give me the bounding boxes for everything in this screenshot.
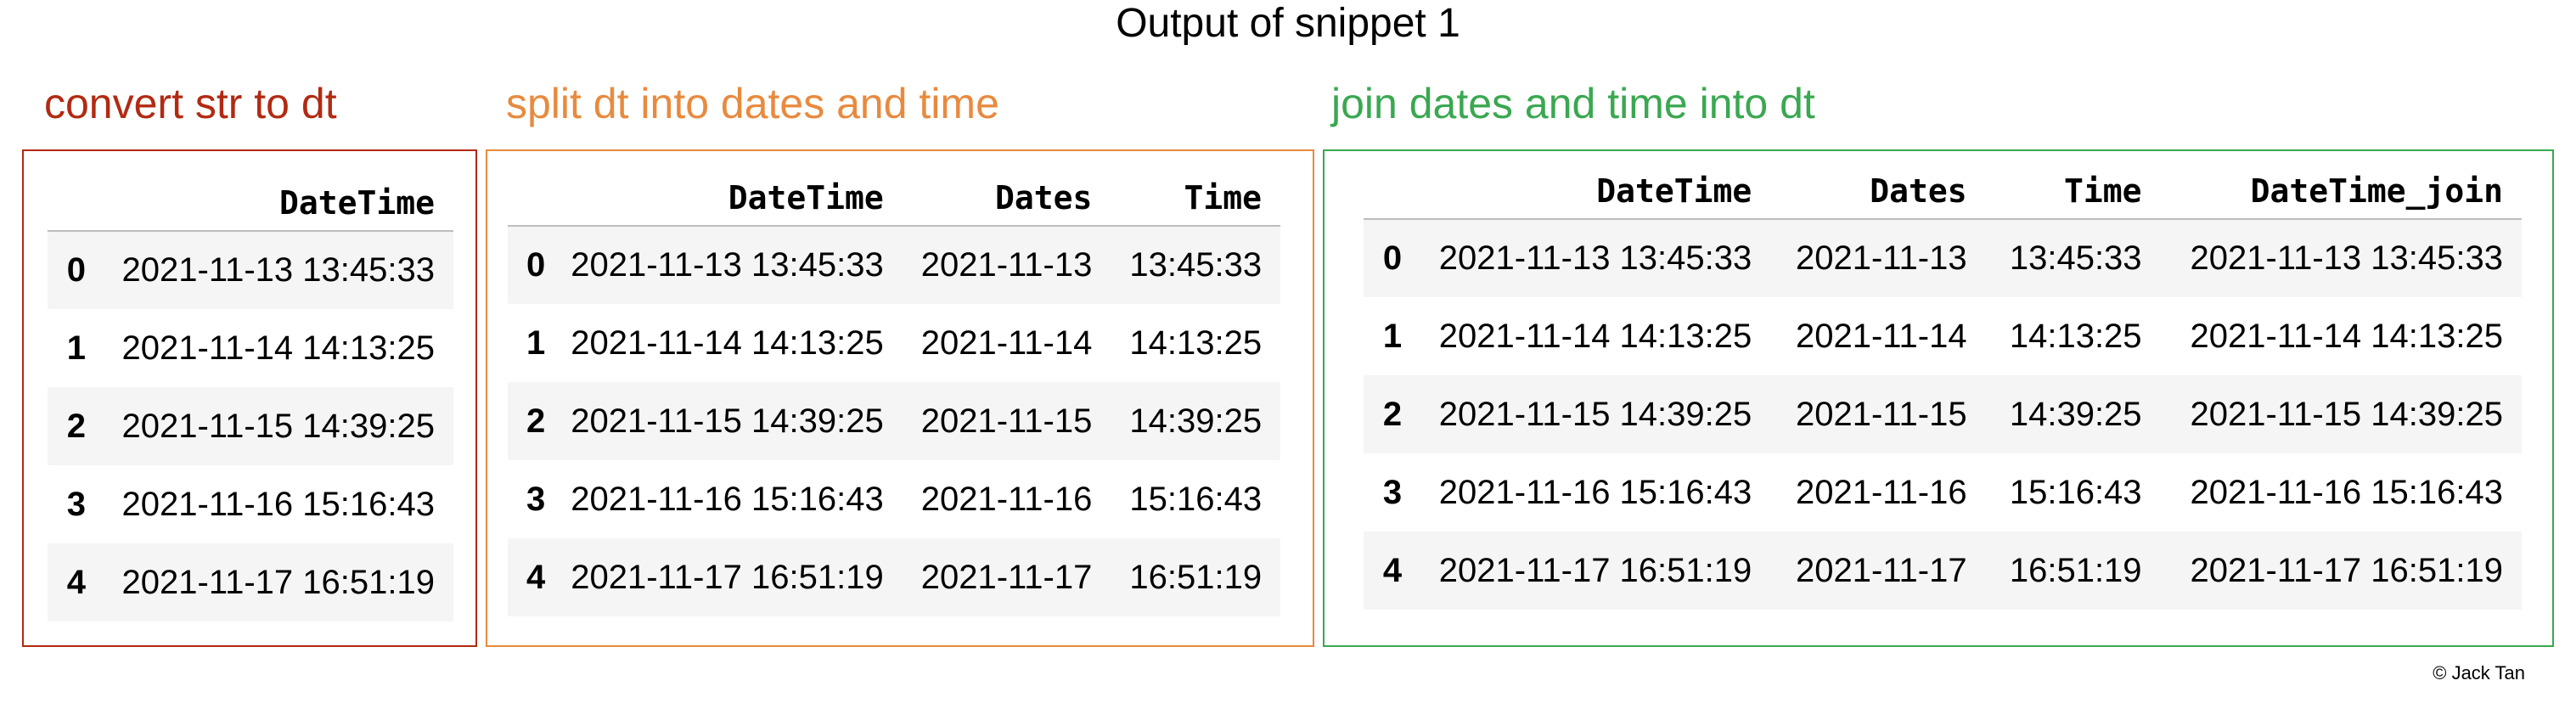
table-cell: 2021-11-16 bbox=[1795, 473, 1967, 511]
row-index: 3 bbox=[526, 480, 546, 518]
table-cell: 2021-11-13 13:45:33 bbox=[2190, 239, 2503, 277]
table-header-row: DateTime Dates Time bbox=[508, 170, 1281, 226]
table-cell: 14:39:25 bbox=[1129, 402, 1263, 440]
table-cell: 2021-11-16 15:16:43 bbox=[571, 480, 884, 518]
row-index: 4 bbox=[1382, 551, 1403, 589]
table-cell: 2021-11-16 15:16:43 bbox=[1438, 473, 1752, 511]
table-row: 3 2021-11-16 15:16:43 2021-11-16 15:16:43 20… bbox=[1364, 453, 2522, 531]
table-cell: 2021-11-14 14:13:25 bbox=[571, 323, 884, 362]
panel-2-table: DateTime Dates Time 0 2021-11-13 13:45:33 202… bbox=[508, 170, 1281, 616]
table-cell: 15:16:43 bbox=[1129, 480, 1263, 518]
table-cell: 2021-11-17 16:51:19 bbox=[2190, 551, 2503, 589]
row-index: 4 bbox=[526, 558, 546, 596]
table-cell: 2021-11-16 bbox=[920, 480, 1093, 518]
table-cell: 2021-11-15 14:39:25 bbox=[2190, 395, 2503, 433]
table-cell: 2021-11-16 15:16:43 bbox=[121, 485, 435, 523]
table-row: 1 2021-11-14 14:13:25 2021-11-14 14:13:25 20… bbox=[1364, 297, 2522, 375]
table-row: 4 2021-11-17 16:51:19 bbox=[48, 543, 453, 621]
panel-1-table: DateTime 0 2021-11-13 13:45:33 1 2021-11-14 … bbox=[48, 175, 453, 621]
row-index: 0 bbox=[66, 251, 86, 289]
table-cell: 16:51:19 bbox=[1129, 558, 1263, 596]
table-cell: 2021-11-14 bbox=[1795, 317, 1967, 355]
row-index: 3 bbox=[1382, 473, 1403, 511]
table-cell: 2021-11-15 14:39:25 bbox=[571, 402, 884, 440]
column-header: Time bbox=[1184, 178, 1263, 217]
table-row: 3 2021-11-16 15:16:43 bbox=[48, 465, 453, 543]
index-header bbox=[1364, 163, 1409, 219]
index-header bbox=[508, 170, 552, 226]
table-cell: 14:39:25 bbox=[2009, 395, 2142, 433]
page-title: Output of snippet 1 bbox=[1116, 1, 1460, 46]
column-header: DateTime_join bbox=[2250, 172, 2503, 210]
table-row: 2 2021-11-15 14:39:25 2021-11-15 14:39:25 bbox=[508, 382, 1281, 460]
column-header: Time bbox=[2064, 172, 2142, 210]
table-cell: 13:45:33 bbox=[2009, 239, 2142, 277]
table-cell: 13:45:33 bbox=[1129, 246, 1263, 284]
index-header bbox=[48, 175, 93, 231]
row-index: 1 bbox=[526, 323, 546, 362]
row-index: 0 bbox=[526, 246, 546, 284]
panel-3-heading: join dates and time into dt bbox=[1331, 80, 1815, 127]
table-cell: 2021-11-16 15:16:43 bbox=[2190, 473, 2503, 511]
table-cell: 2021-11-15 bbox=[920, 402, 1093, 440]
column-header: DateTime bbox=[278, 183, 435, 222]
table-cell: 2021-11-13 13:45:33 bbox=[1438, 239, 1752, 277]
table-row: 1 2021-11-14 14:13:25 bbox=[48, 309, 453, 387]
column-header: DateTime bbox=[1596, 172, 1752, 210]
table-row: 0 2021-11-13 13:45:33 bbox=[48, 231, 453, 309]
table-row: 1 2021-11-14 14:13:25 2021-11-14 14:13:25 bbox=[508, 304, 1281, 382]
table-cell: 2021-11-17 bbox=[920, 558, 1093, 596]
copyright-notice: © Jack Tan bbox=[2433, 662, 2525, 683]
table-cell: 2021-11-17 16:51:19 bbox=[121, 563, 435, 601]
panel-3-table: DateTime Dates Time DateTime_join 0 2021-11-1… bbox=[1364, 163, 2522, 610]
row-index: 2 bbox=[526, 402, 546, 440]
table-row: 3 2021-11-16 15:16:43 2021-11-16 15:16:43 bbox=[508, 460, 1281, 538]
table-cell: 2021-11-13 bbox=[1795, 239, 1967, 277]
row-index: 2 bbox=[1382, 395, 1403, 433]
table-cell: 2021-11-14 14:13:25 bbox=[1438, 317, 1752, 355]
table-row: 2 2021-11-15 14:39:25 bbox=[48, 387, 453, 465]
table-cell: 2021-11-14 14:13:25 bbox=[121, 329, 435, 367]
table-row: 0 2021-11-13 13:45:33 2021-11-13 13:45:33 20… bbox=[1364, 219, 2522, 297]
table-cell: 2021-11-17 16:51:19 bbox=[1438, 551, 1752, 589]
table-row: 4 2021-11-17 16:51:19 2021-11-17 16:51:19 20… bbox=[1364, 531, 2522, 610]
table-cell: 2021-11-15 14:39:25 bbox=[1438, 395, 1752, 433]
panel-1-heading: convert str to dt bbox=[44, 80, 337, 127]
table-cell: 2021-11-13 13:45:33 bbox=[121, 251, 435, 289]
table-row: 0 2021-11-13 13:45:33 2021-11-13 13:45:33 bbox=[508, 226, 1281, 304]
table-cell: 2021-11-15 bbox=[1795, 395, 1967, 433]
table-cell: 2021-11-14 bbox=[920, 323, 1093, 362]
table-cell: 2021-11-17 bbox=[1795, 551, 1967, 589]
table-row: 4 2021-11-17 16:51:19 2021-11-17 16:51:19 bbox=[508, 538, 1281, 616]
table-cell: 15:16:43 bbox=[2009, 473, 2142, 511]
row-index: 1 bbox=[1382, 317, 1403, 355]
row-index: 2 bbox=[66, 407, 86, 445]
row-index: 1 bbox=[66, 329, 86, 367]
column-header: DateTime bbox=[728, 178, 884, 217]
row-index: 3 bbox=[66, 485, 86, 523]
table-cell: 2021-11-13 bbox=[920, 246, 1093, 284]
row-index: 4 bbox=[66, 563, 86, 601]
table-cell: 2021-11-15 14:39:25 bbox=[121, 407, 435, 445]
table-header-row: DateTime bbox=[48, 175, 453, 231]
table-row: 2 2021-11-15 14:39:25 2021-11-15 14:39:25 20… bbox=[1364, 375, 2522, 453]
row-index: 0 bbox=[1382, 239, 1403, 277]
table-cell: 14:13:25 bbox=[1129, 323, 1263, 362]
table-header-row: DateTime Dates Time DateTime_join bbox=[1364, 163, 2522, 219]
table-cell: 14:13:25 bbox=[2009, 317, 2142, 355]
table-cell: 2021-11-17 16:51:19 bbox=[571, 558, 884, 596]
table-cell: 2021-11-13 13:45:33 bbox=[571, 246, 884, 284]
panel-2-heading: split dt into dates and time bbox=[506, 80, 999, 127]
column-header: Dates bbox=[994, 178, 1093, 217]
table-cell: 16:51:19 bbox=[2009, 551, 2142, 589]
column-header: Dates bbox=[1870, 172, 1967, 210]
table-cell: 2021-11-14 14:13:25 bbox=[2190, 317, 2503, 355]
